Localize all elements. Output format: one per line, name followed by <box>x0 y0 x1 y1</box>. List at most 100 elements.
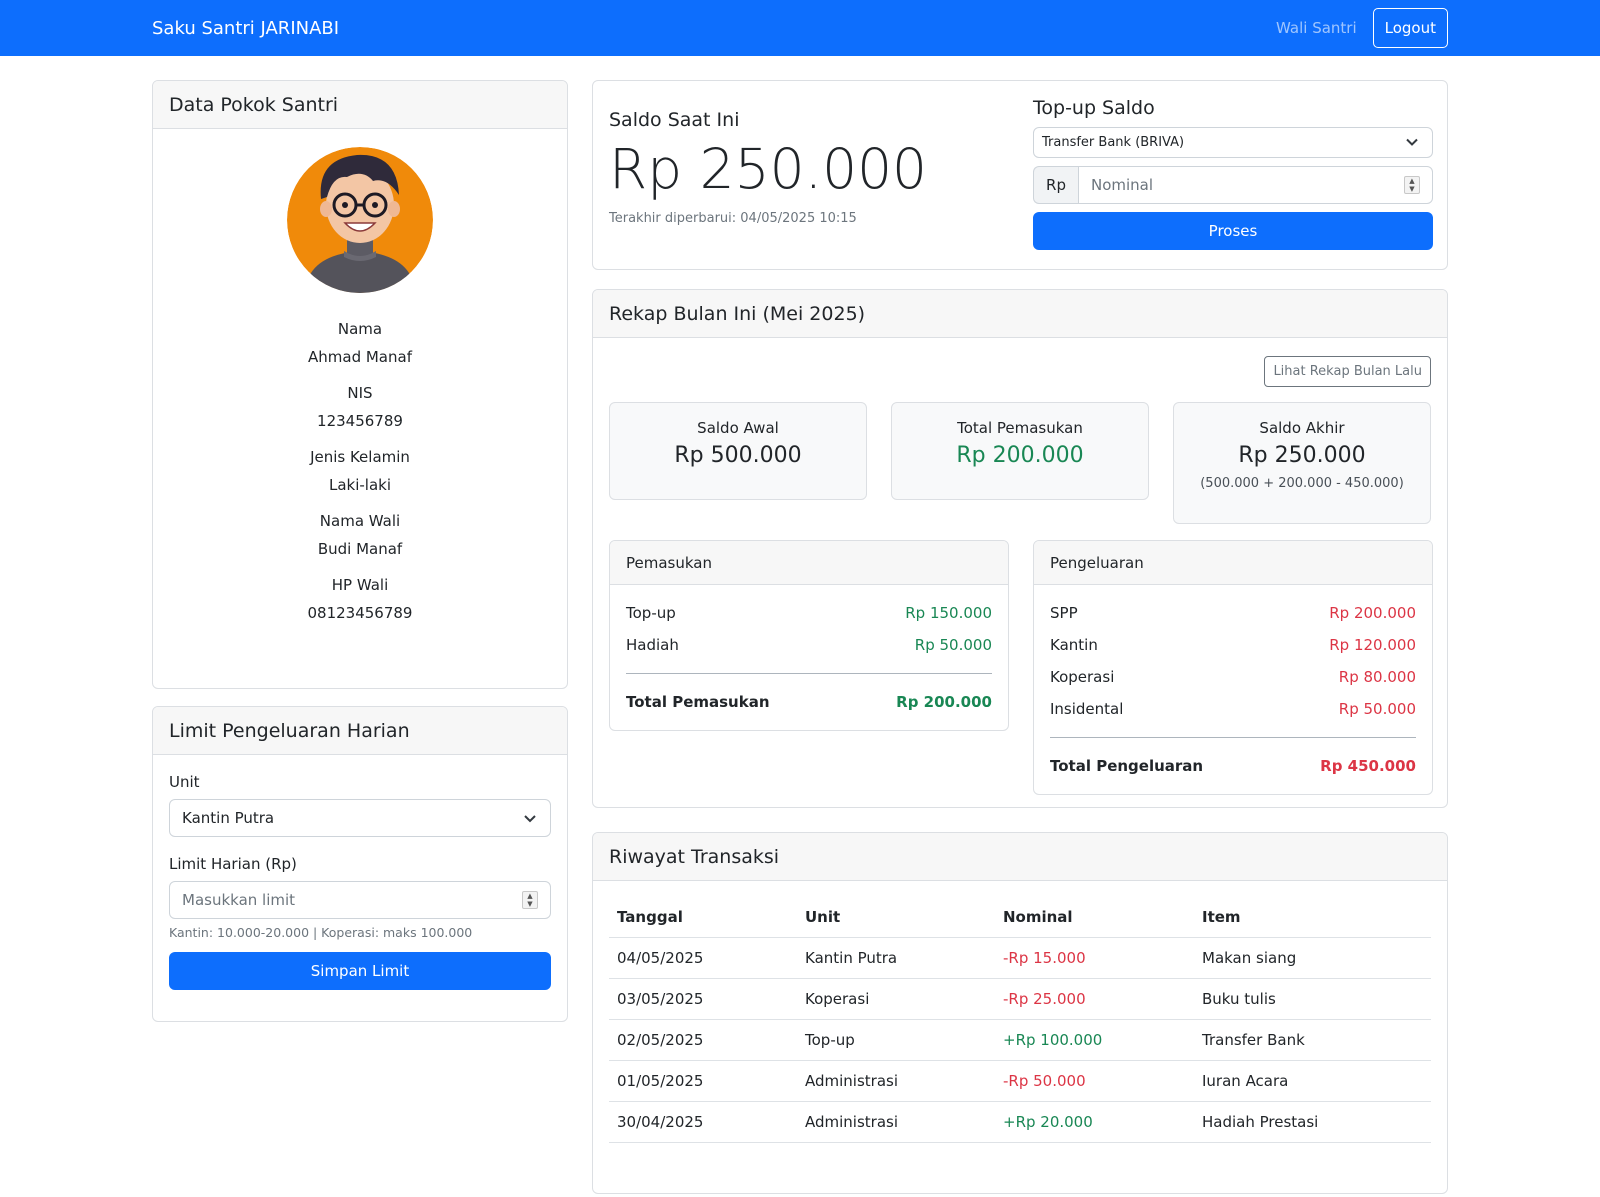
field-value: Ahmad Manaf <box>308 348 412 366</box>
saldo-akhir-box: Saldo Akhir Rp 250.000 (500.000 + 200.00… <box>1173 402 1431 524</box>
col-nominal: Nominal <box>995 897 1194 938</box>
pengeluaran-amount: Rp 50.000 <box>1338 700 1416 718</box>
cell-item: Transfer Bank <box>1194 1019 1431 1061</box>
number-spinner-icon[interactable]: ▲ ▼ <box>522 891 538 909</box>
riwayat-header: Riwayat Transaksi <box>593 833 1447 881</box>
pengeluaran-amount: Rp 80.000 <box>1338 668 1416 686</box>
saldo-awal-value: Rp 500.000 <box>674 443 802 468</box>
pengeluaran-row: SPP Rp 200.000 <box>1034 597 1432 629</box>
cell-date: 04/05/2025 <box>609 937 797 979</box>
limit-amount-label: Limit Harian (Rp) <box>169 855 297 873</box>
pengeluaran-name: SPP <box>1050 604 1078 622</box>
limit-header: Limit Pengeluaran Harian <box>153 707 567 755</box>
field-label: Nama <box>337 320 383 338</box>
col-item: Item <box>1194 897 1431 938</box>
cell-item: Iuran Acara <box>1194 1060 1431 1102</box>
profile-card: Data Pokok Santri Nama Ahmad Manaf NIS 1… <box>152 80 568 689</box>
cell-unit: Kantin Putra <box>797 937 995 979</box>
role-link[interactable]: Wali Santri <box>1276 19 1357 37</box>
pengeluaran-header: Pengeluaran <box>1034 541 1432 585</box>
field-label: Jenis Kelamin <box>310 448 410 466</box>
unit-select-value: Kantin Putra <box>182 809 275 827</box>
pemasukan-amount: Rp 150.000 <box>905 604 992 622</box>
field-value: Laki-laki <box>328 476 392 494</box>
limit-card: Limit Pengeluaran Harian Unit Kantin Put… <box>152 706 568 1022</box>
cell-nominal: -Rp 15.000 <box>995 937 1194 979</box>
topup-method-select[interactable]: Transfer Bank (BRIVA) <box>1033 127 1433 158</box>
divider <box>1050 737 1416 738</box>
table-row: 04/05/2025 Kantin Putra -Rp 15.000 Makan… <box>609 937 1431 979</box>
cell-date: 30/04/2025 <box>609 1101 797 1143</box>
cell-unit: Koperasi <box>797 978 995 1020</box>
chevron-down-icon <box>524 809 536 827</box>
profile-field-nama: Nama Ahmad Manaf <box>153 317 567 373</box>
table-row: 03/05/2025 Koperasi -Rp 25.000 Buku tuli… <box>609 978 1431 1020</box>
pengeluaran-name: Kantin <box>1050 636 1098 654</box>
prev-month-button[interactable]: Lihat Rekap Bulan Lalu <box>1264 356 1431 387</box>
col-unit: Unit <box>797 897 995 938</box>
cell-nominal: +Rp 100.000 <box>995 1019 1194 1061</box>
pemasukan-total-row: Total Pemasukan Rp 200.000 <box>610 686 1008 718</box>
logout-button[interactable]: Logout <box>1372 8 1448 48</box>
profile-field-wali: Nama Wali Budi Manaf <box>153 509 567 565</box>
chevron-down-icon <box>1406 135 1418 150</box>
pengeluaran-total-row: Total Pengeluaran Rp 450.000 <box>1034 750 1432 782</box>
pengeluaran-row: Insidental Rp 50.000 <box>1034 693 1432 725</box>
rekap-card: Rekap Bulan Ini (Mei 2025) Lihat Rekap B… <box>592 289 1448 808</box>
cell-unit: Top-up <box>797 1019 995 1061</box>
cell-date: 03/05/2025 <box>609 978 797 1020</box>
saldo-akhir-label: Saldo Akhir <box>1259 419 1345 437</box>
total-pemasukan-value: Rp 200.000 <box>956 443 1084 468</box>
cell-item: Buku tulis <box>1194 978 1431 1020</box>
divider <box>626 673 992 674</box>
profile-header: Data Pokok Santri <box>153 81 567 129</box>
field-label: HP Wali <box>331 576 389 594</box>
profile-field-hp: HP Wali 08123456789 <box>153 573 567 629</box>
field-value: 08123456789 <box>307 604 413 622</box>
total-pemasukan-box: Total Pemasukan Rp 200.000 <box>891 402 1149 500</box>
field-label: NIS <box>347 384 373 402</box>
pemasukan-row: Top-up Rp 150.000 <box>610 597 1008 629</box>
field-value: 123456789 <box>317 412 403 430</box>
limit-hint: Kantin: 10.000-20.000 | Koperasi: maks 1… <box>169 925 473 940</box>
unit-select[interactable]: Kantin Putra <box>169 799 551 837</box>
cell-item: Hadiah Prestasi <box>1194 1101 1431 1143</box>
navbar: Saku Santri JARINABI Wali Santri Logout <box>0 0 1600 56</box>
table-row: 30/04/2025 Administrasi +Rp 20.000 Hadia… <box>609 1101 1431 1143</box>
field-value: Budi Manaf <box>317 540 403 558</box>
topup-nominal-placeholder: Nominal <box>1091 176 1154 194</box>
riwayat-card: Riwayat Transaksi Tanggal Unit Nominal I… <box>592 832 1448 1194</box>
limit-input-placeholder: Masukkan limit <box>182 891 296 909</box>
process-topup-button[interactable]: Proses <box>1033 212 1433 250</box>
total-pemasukan-label: Total Pemasukan <box>957 419 1083 437</box>
table-row: 01/05/2025 Administrasi -Rp 50.000 Iuran… <box>609 1060 1431 1102</box>
transaction-table: Tanggal Unit Nominal Item 04/05/2025 Kan… <box>609 897 1431 1143</box>
topup-title: Top-up Saldo <box>1033 97 1155 119</box>
cell-nominal: -Rp 25.000 <box>995 978 1194 1020</box>
pengeluaran-row: Koperasi Rp 80.000 <box>1034 661 1432 693</box>
cell-unit: Administrasi <box>797 1060 995 1102</box>
table-row: 02/05/2025 Top-up +Rp 100.000 Transfer B… <box>609 1019 1431 1061</box>
currency-prefix: Rp <box>1033 166 1078 204</box>
cell-nominal: +Rp 20.000 <box>995 1101 1194 1143</box>
save-limit-button[interactable]: Simpan Limit <box>169 952 551 990</box>
saldo-awal-label: Saldo Awal <box>697 419 779 437</box>
pemasukan-amount: Rp 50.000 <box>914 636 992 654</box>
pengeluaran-name: Insidental <box>1050 700 1124 718</box>
pengeluaran-amount: Rp 120.000 <box>1329 636 1416 654</box>
col-tanggal: Tanggal <box>609 897 797 938</box>
saldo-title: Saldo Saat Ini <box>609 109 740 131</box>
saldo-akhir-value: Rp 250.000 <box>1238 443 1366 468</box>
cell-date: 01/05/2025 <box>609 1060 797 1102</box>
brand[interactable]: Saku Santri JARINABI <box>152 18 1276 39</box>
pemasukan-row: Hadiah Rp 50.000 <box>610 629 1008 661</box>
pemasukan-total-label: Total Pemasukan <box>626 693 770 711</box>
topup-nominal-input[interactable]: Nominal ▲ ▼ <box>1078 166 1433 204</box>
pengeluaran-total-label: Total Pengeluaran <box>1050 757 1204 775</box>
number-spinner-icon[interactable]: ▲ ▼ <box>1404 176 1420 194</box>
limit-input[interactable]: Masukkan limit ▲ ▼ <box>169 881 551 919</box>
cell-nominal: -Rp 50.000 <box>995 1060 1194 1102</box>
pengeluaran-total-value: Rp 450.000 <box>1320 757 1416 775</box>
pengeluaran-amount: Rp 200.000 <box>1329 604 1416 622</box>
profile-field-gender: Jenis Kelamin Laki-laki <box>153 445 567 501</box>
